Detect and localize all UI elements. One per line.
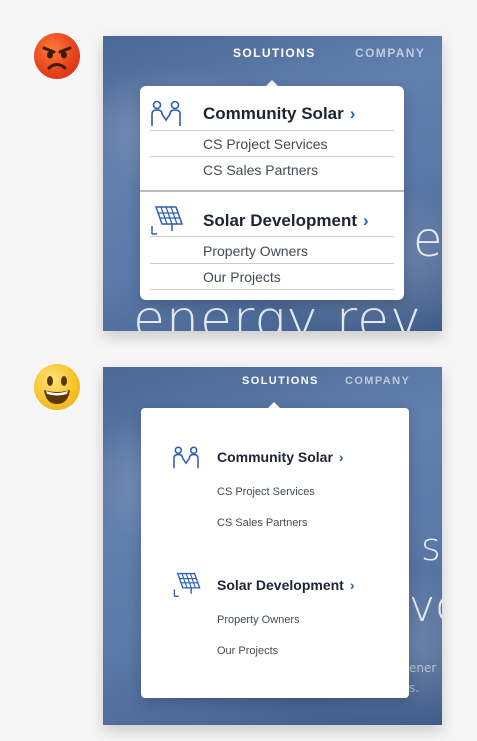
property-owners-link[interactable]: Property Owners [203,243,308,259]
community-solar-label: Community Solar [217,449,333,465]
chevron-right-icon: › [349,577,355,593]
cs-project-services-link[interactable]: CS Project Services [217,486,315,498]
hero-subtext-2: s. [409,681,420,695]
property-owners-link[interactable]: Property Owners [217,614,300,626]
angry-emoji-icon [34,33,80,79]
solutions-dropdown-good: Community Solar › CS Project Services CS… [141,408,409,698]
nav-solutions[interactable]: SOLUTIONS [242,375,319,387]
solar-development-heading[interactable]: Solar Development › [203,211,369,231]
divider [150,289,394,290]
community-solar-heading[interactable]: Community Solar › [203,104,355,124]
chevron-right-icon: › [363,211,369,230]
solutions-dropdown-bad: Community Solar › CS Project Services CS… [140,86,404,300]
hero-text-fragment-s: s [421,525,441,569]
chevron-right-icon: › [338,449,344,465]
solar-panel-icon [171,571,203,603]
hero-subtext-1: ener [409,661,437,675]
solar-development-heading[interactable]: Solar Development › [217,577,355,593]
divider [150,156,394,157]
people-icon [150,100,182,133]
solar-development-label: Solar Development [217,577,344,593]
divider [150,236,394,237]
nav-solutions[interactable]: SOLUTIONS [233,46,316,60]
section-divider [140,190,404,192]
divider [150,263,394,264]
hero-text-fragment: e [413,212,442,268]
smiling-emoji-icon [34,364,80,410]
people-icon [172,446,200,475]
cs-sales-partners-link[interactable]: CS Sales Partners [217,517,307,529]
solar-development-label: Solar Development [203,211,357,230]
hero-text-fragment-vo: vo [409,581,442,632]
nav-company[interactable]: COMPANY [355,46,425,60]
chevron-right-icon: › [349,104,356,123]
cs-sales-partners-link[interactable]: CS Sales Partners [203,162,318,178]
nav-company[interactable]: COMPANY [345,375,410,387]
divider [150,130,394,131]
community-solar-heading[interactable]: Community Solar › [217,449,344,465]
community-solar-label: Community Solar [203,104,344,123]
cs-project-services-link[interactable]: CS Project Services [203,136,327,152]
our-projects-link[interactable]: Our Projects [217,645,278,657]
our-projects-link[interactable]: Our Projects [203,269,281,285]
